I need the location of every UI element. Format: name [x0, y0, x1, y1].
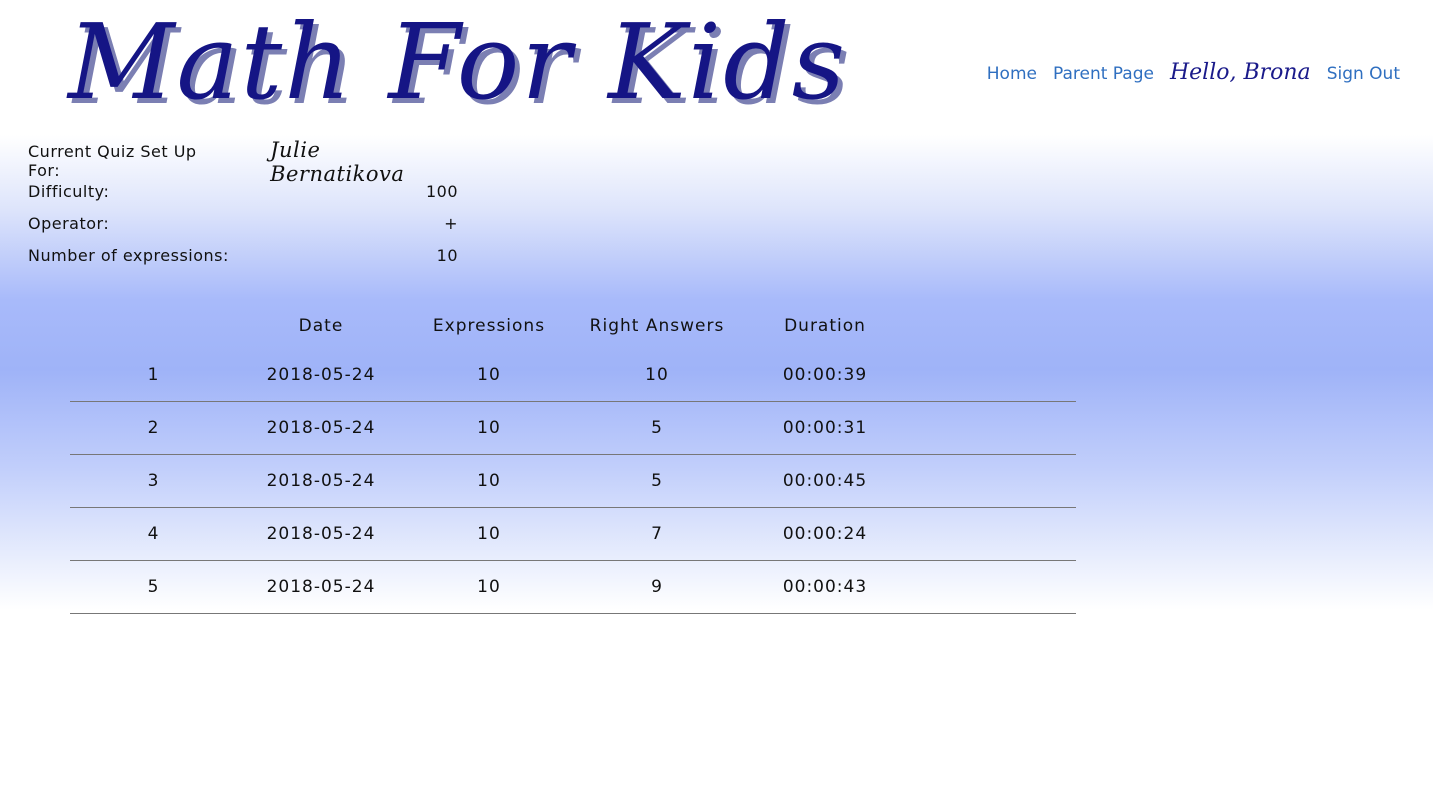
cell-expressions: 10: [405, 454, 573, 508]
cell-right-answers: 5: [573, 401, 741, 455]
cell-expressions: 10: [405, 401, 573, 455]
cell-date: 2018-05-24: [237, 454, 405, 508]
cell-index: 5: [70, 560, 237, 614]
cell-date: 2018-05-24: [237, 507, 405, 561]
cell-expressions: 10: [405, 349, 573, 402]
table-row: 1 2018-05-24 10 10 00:00:39: [70, 349, 1076, 402]
cell-date: 2018-05-24: [237, 560, 405, 614]
cell-spacer: [909, 349, 1076, 402]
top-nav: Home Parent Page Hello, Brona Sign Out: [987, 60, 1400, 85]
quiz-setup-row: Current Quiz Set Up For: Julie Bernatiko…: [28, 138, 458, 186]
difficulty-value: 100: [425, 182, 458, 201]
table-row: 4 2018-05-24 10 7 00:00:24: [70, 507, 1076, 561]
cell-duration: 00:00:24: [741, 507, 909, 561]
cell-spacer: [909, 507, 1076, 561]
cell-duration: 00:00:39: [741, 349, 909, 402]
nav-sign-out-link[interactable]: Sign Out: [1327, 64, 1400, 84]
cell-expressions: 10: [405, 560, 573, 614]
header-spacer: [909, 303, 1076, 349]
header-duration: Duration: [784, 316, 866, 336]
header-date: Date: [298, 316, 344, 336]
cell-expressions: 10: [405, 507, 573, 561]
cell-spacer: [909, 560, 1076, 614]
expressions-count-label: Number of expressions:: [28, 246, 229, 265]
difficulty-row: Difficulty: 100: [28, 182, 458, 214]
cell-index: 1: [70, 349, 237, 402]
cell-duration: 00:00:45: [741, 454, 909, 508]
cell-date: 2018-05-24: [237, 401, 405, 455]
header-expressions: Expressions: [432, 316, 546, 336]
quiz-results-table: Date Expressions Right Answers Duration …: [70, 303, 1076, 614]
cell-spacer: [909, 454, 1076, 508]
difficulty-label: Difficulty:: [28, 182, 110, 201]
operator-row: Operator: +: [28, 214, 458, 246]
cell-duration: 00:00:43: [741, 560, 909, 614]
cell-index: 2: [70, 401, 237, 455]
nav-home-link[interactable]: Home: [987, 64, 1037, 84]
cell-right-answers: 7: [573, 507, 741, 561]
table-header-row: Date Expressions Right Answers Duration: [70, 303, 1076, 349]
nav-parent-page-link[interactable]: Parent Page: [1053, 64, 1154, 84]
cell-right-answers: 10: [573, 349, 741, 402]
cell-date: 2018-05-24: [237, 349, 405, 402]
cell-index: 4: [70, 507, 237, 561]
cell-right-answers: 5: [573, 454, 741, 508]
table-row: 5 2018-05-24 10 9 00:00:43: [70, 560, 1076, 614]
operator-value: +: [444, 214, 458, 233]
header-index: [70, 303, 237, 349]
header-right-answers: Right Answers: [589, 316, 725, 336]
site-logo[interactable]: Math For Kids: [68, 0, 847, 124]
table-row: 2 2018-05-24 10 5 00:00:31: [70, 401, 1076, 455]
quiz-setup-panel: Current Quiz Set Up For: Julie Bernatiko…: [28, 138, 458, 278]
child-name: Julie Bernatikova: [270, 138, 405, 186]
quiz-setup-label: Current Quiz Set Up For:: [28, 142, 197, 180]
expressions-count-value: 10: [436, 246, 458, 265]
table-row: 3 2018-05-24 10 5 00:00:45: [70, 454, 1076, 508]
cell-duration: 00:00:31: [741, 401, 909, 455]
cell-right-answers: 9: [573, 560, 741, 614]
expressions-count-row: Number of expressions: 10: [28, 246, 458, 278]
cell-spacer: [909, 401, 1076, 455]
operator-label: Operator:: [28, 214, 110, 233]
user-greeting: Hello, Brona: [1169, 60, 1311, 85]
cell-index: 3: [70, 454, 237, 508]
